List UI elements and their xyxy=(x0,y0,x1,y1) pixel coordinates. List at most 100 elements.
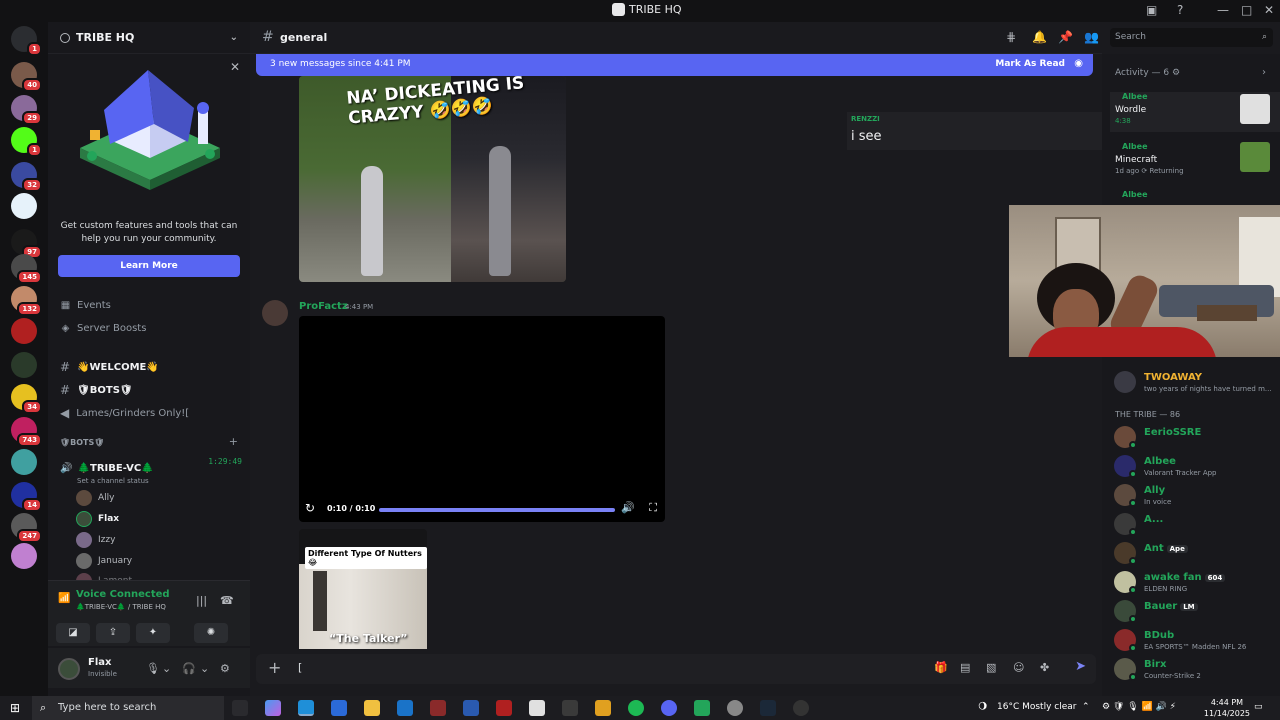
close-button[interactable]: ✕ xyxy=(1264,3,1274,17)
video-thumbnail[interactable]: Different Type Of Nutters😂 “The Talker” xyxy=(299,529,427,649)
server-icon[interactable] xyxy=(11,352,37,378)
activity-card[interactable]: Albee Minecraft 1d ago ⟳ Returning xyxy=(1110,142,1280,178)
tray-chevron-icon[interactable]: ⌃ xyxy=(1082,702,1090,712)
task-view-icon[interactable] xyxy=(232,700,248,716)
chevron-down-icon[interactable]: ⌄ xyxy=(162,662,171,675)
server-icon[interactable]: 1 xyxy=(11,127,42,157)
noise-suppression-icon[interactable]: ||| xyxy=(196,594,207,607)
voice-channel-tribe-vc[interactable]: 🔊 🌲TRIBE-VC🌲 1:29:49 Set a channel statu… xyxy=(60,456,242,485)
server-icon[interactable]: 34 xyxy=(11,384,42,414)
activity-header[interactable]: Activity — 6 ⚙ › xyxy=(1115,67,1266,78)
screen-share-button[interactable]: ⇪ xyxy=(96,623,130,643)
weather-text[interactable]: 16°C Mostly clear xyxy=(997,702,1076,712)
app-icon[interactable] xyxy=(463,700,479,716)
avatar[interactable] xyxy=(58,658,80,680)
server-icon[interactable]: 145 xyxy=(11,254,42,284)
server-icon[interactable]: 97 xyxy=(11,229,42,259)
user-name[interactable]: Flax xyxy=(88,657,111,668)
spotify-icon[interactable] xyxy=(628,700,644,716)
gift-icon[interactable]: 🎁 xyxy=(934,661,948,674)
signal-icon[interactable]: 📶 xyxy=(58,593,70,604)
voice-user[interactable]: January xyxy=(76,553,132,569)
volume-icon[interactable]: 🔊 xyxy=(621,501,635,514)
app-icon[interactable] xyxy=(496,700,512,716)
close-icon[interactable]: ✕ xyxy=(230,60,240,74)
replay-icon[interactable]: ↻ xyxy=(305,501,315,515)
disconnect-icon[interactable]: ☎ xyxy=(220,594,234,607)
inbox-icon[interactable]: ▣ xyxy=(1146,3,1157,17)
settings-gear-icon[interactable]: ⚙ xyxy=(220,662,230,675)
search-input[interactable]: Search ⌕ xyxy=(1110,28,1273,47)
windows-start-icon[interactable]: ⊞ xyxy=(10,701,20,715)
server-icon[interactable] xyxy=(11,193,37,219)
voice-user[interactable]: Izzy xyxy=(76,532,115,548)
chevron-right-icon[interactable]: › xyxy=(1262,67,1266,78)
app-icon[interactable] xyxy=(430,700,446,716)
activities-button[interactable]: ✦ xyxy=(136,623,170,643)
soundboard-button[interactable]: ✺ xyxy=(194,623,228,643)
members-icon[interactable]: 👥 xyxy=(1084,30,1099,44)
discord-icon[interactable] xyxy=(661,700,677,716)
activity-card[interactable]: Albee Wordle 4:38 xyxy=(1110,92,1280,132)
voice-user[interactable]: Ally xyxy=(76,490,114,506)
events-item[interactable]: ▦ Events xyxy=(60,300,111,311)
server-icon[interactable]: 14 xyxy=(11,482,42,512)
app-icon[interactable] xyxy=(793,700,809,716)
server-icon[interactable]: 743 xyxy=(11,417,42,447)
xbox-icon[interactable] xyxy=(694,700,710,716)
channel-lames[interactable]: ◀ Lames/Grinders Only![ xyxy=(60,406,189,420)
app-icon[interactable] xyxy=(562,700,578,716)
server-boosts-item[interactable]: ◈ Server Boosts xyxy=(60,323,147,334)
server-icon[interactable]: 29 xyxy=(11,95,42,125)
clock[interactable]: 4:44 PM 11/14/2025 xyxy=(1204,697,1250,719)
taskbar-search[interactable]: ⌕ Type here to search xyxy=(32,696,224,720)
copilot-icon[interactable] xyxy=(265,700,281,716)
app-icon[interactable] xyxy=(595,700,611,716)
bell-icon[interactable]: 🔔 xyxy=(1032,30,1047,44)
add-channel-icon[interactable]: + xyxy=(229,435,238,448)
activity-card[interactable]: Albee xyxy=(1110,190,1280,204)
apps-icon[interactable]: ✤ xyxy=(1040,661,1049,674)
camera-button[interactable]: ◪ xyxy=(56,623,90,643)
server-icon[interactable] xyxy=(11,449,37,475)
channel-status[interactable]: Set a channel status xyxy=(77,477,242,485)
channel-bots[interactable]: # 🛡BOTS🛡 xyxy=(60,383,133,397)
chevron-down-icon[interactable]: ⌄ xyxy=(230,32,238,43)
threads-icon[interactable]: ⋕ xyxy=(1006,30,1016,44)
learn-more-button[interactable]: Learn More xyxy=(58,255,240,277)
category-bots[interactable]: 🛡BOTS🛡 xyxy=(60,438,104,447)
maximize-button[interactable]: □ xyxy=(1241,3,1252,17)
emoji-icon[interactable]: ☺ xyxy=(1013,661,1024,674)
edge-icon[interactable] xyxy=(298,700,314,716)
minimize-button[interactable]: — xyxy=(1217,3,1229,17)
guild-header[interactable]: TRIBE HQ ⌄ xyxy=(48,22,250,54)
store-icon[interactable] xyxy=(331,700,347,716)
channel-welcome[interactable]: # 👋WELCOME👋 xyxy=(60,360,159,374)
message-image[interactable]: NA’ DICKEATING IS CRAZYY 🤣🤣🤣 xyxy=(299,76,566,282)
explorer-icon[interactable] xyxy=(364,700,380,716)
voice-user[interactable]: Flax xyxy=(76,511,119,527)
outlook-icon[interactable] xyxy=(397,700,413,716)
gif-icon[interactable]: ▤ xyxy=(960,661,970,674)
app-icon[interactable] xyxy=(529,700,545,716)
video-player[interactable]: ↻ 0:10 / 0:10 🔊 ⛶ xyxy=(299,316,665,522)
video-progress-bar[interactable] xyxy=(379,508,615,512)
send-icon[interactable]: ➤ xyxy=(1075,659,1086,674)
tray-icons[interactable]: ⚙ 🛡 🎙 📶 🔊 ⚡ xyxy=(1102,702,1176,712)
fullscreen-icon[interactable]: ⛶ xyxy=(649,501,657,515)
server-icon[interactable]: 132 xyxy=(11,286,42,316)
notification-icon[interactable]: ▭ xyxy=(1254,702,1263,712)
server-icon[interactable] xyxy=(11,543,37,569)
pin-icon[interactable]: 📌 xyxy=(1058,30,1073,44)
weather-icon[interactable]: 🌖 xyxy=(978,702,987,712)
message-input[interactable]: [ xyxy=(298,661,302,674)
server-icon[interactable] xyxy=(11,318,37,344)
add-attachment-icon[interactable]: + xyxy=(268,658,281,677)
help-icon[interactable]: ? xyxy=(1177,3,1183,17)
server-icon[interactable]: 40 xyxy=(11,62,42,92)
avatar[interactable] xyxy=(262,300,288,326)
server-icon[interactable]: 32 xyxy=(11,162,42,192)
microphone-icon[interactable]: 🎙 xyxy=(146,662,160,675)
sticker-icon[interactable]: ▧ xyxy=(986,661,996,674)
message-author[interactable]: ProFactz xyxy=(299,301,348,312)
